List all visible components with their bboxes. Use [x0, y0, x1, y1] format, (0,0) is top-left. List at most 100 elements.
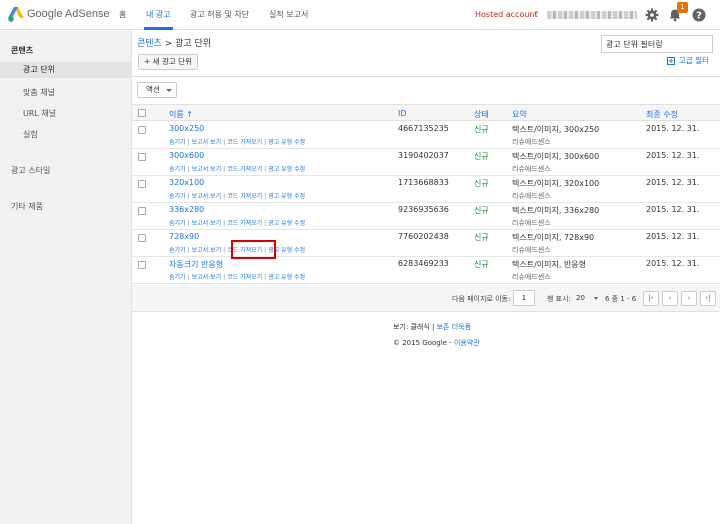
hide-link[interactable]: 숨기기	[169, 247, 186, 254]
sidebar-item-url-channels[interactable]: URL 채널	[23, 108, 56, 119]
view-report-link[interactable]: 보고서 보기	[192, 139, 222, 146]
chevron-down-icon	[594, 297, 598, 300]
get-code-link[interactable]: 코드 가져오기	[227, 274, 262, 281]
sidebar-item-ad-units[interactable]: 광고 단위	[0, 62, 131, 78]
terms-link[interactable]: 이용약관	[454, 339, 480, 347]
top-bar: Google AdSense 홈 내 광고 광고 허용 및 차단 실적 보고서 …	[0, 0, 720, 30]
classic-view-label: 클래식	[410, 323, 430, 331]
hide-link[interactable]: 숨기기	[169, 166, 186, 173]
ad-unit-name-link[interactable]: 300x600	[169, 151, 204, 160]
view-label: 보기:	[393, 323, 411, 331]
column-modified-header[interactable]: 최종 수정	[646, 109, 678, 120]
get-code-link[interactable]: 코드 가져오기	[227, 139, 262, 146]
sidebar-item-other-products[interactable]: 기타 제품	[11, 201, 43, 212]
rows-per-page-select[interactable]: 20	[576, 291, 598, 305]
gear-icon[interactable]	[645, 8, 659, 22]
hide-link[interactable]: 숨기기	[169, 274, 186, 281]
advanced-filter-label: 고급 필터	[679, 56, 709, 65]
breadcrumb-separator: >	[161, 39, 176, 49]
view-report-link[interactable]: 보고서 보기	[192, 166, 222, 173]
view-report-link[interactable]: 보고서 보기	[192, 193, 222, 200]
view-report-link[interactable]: 보고서 보기	[192, 274, 222, 281]
edit-ad-type-link[interactable]: 광고 유형 수정	[268, 139, 305, 146]
link-separator: |	[187, 139, 190, 146]
row-actions: 숨기기 | 보고서 보기 | 코드 가져오기 | 광고 유형 수정	[169, 137, 305, 146]
link-separator: |	[223, 247, 226, 254]
hide-link[interactable]: 숨기기	[169, 193, 186, 200]
summary-text: 텍스트/이미지, 336x280	[512, 206, 600, 215]
sidebar-item-ad-styles[interactable]: 광고 스타일	[11, 165, 50, 176]
table-row: 336x280 숨기기 | 보고서 보기 | 코드 가져오기 | 광고 유형 수정 923693…	[132, 203, 720, 230]
edit-ad-type-link[interactable]: 광고 유형 수정	[268, 193, 305, 200]
column-id-header[interactable]: ID	[398, 109, 407, 118]
hosted-account-label[interactable]: Hosted account	[475, 10, 538, 19]
edit-ad-type-link[interactable]: 광고 유형 수정	[268, 274, 305, 281]
ad-unit-name-link[interactable]: 자동크기 반응형	[169, 259, 223, 270]
nav-allow-block-ads[interactable]: 광고 허용 및 차단	[190, 0, 249, 30]
view-report-link[interactable]: 보고서 보기	[192, 220, 222, 227]
modified-date: 2015. 12. 31.	[646, 124, 700, 133]
sidebar-section-content[interactable]: 콘텐츠	[11, 45, 33, 56]
nav-performance-reports[interactable]: 실적 보고서	[269, 0, 308, 30]
rows-per-page-label: 행 표시:	[547, 295, 571, 303]
get-code-link[interactable]: 코드 가져오기	[227, 193, 262, 200]
modified-date: 2015. 12. 31.	[646, 232, 700, 241]
get-code-link[interactable]: 코드 가져오기	[227, 220, 262, 227]
ad-unit-filter-input[interactable]	[601, 35, 713, 53]
link-separator: |	[264, 220, 267, 227]
actions-dropdown[interactable]: 액션	[137, 82, 177, 98]
column-status-header[interactable]: 상태	[474, 109, 489, 120]
view-report-link[interactable]: 보고서 보기	[192, 247, 222, 254]
link-separator: |	[264, 193, 267, 200]
row-checkbox[interactable]	[138, 261, 146, 269]
first-page-button[interactable]: |‹	[643, 291, 659, 306]
new-view-link[interactable]: 보존 더욱폼	[437, 323, 471, 331]
last-page-button[interactable]: ›|	[700, 291, 716, 306]
svg-text:?: ?	[696, 11, 702, 22]
get-code-link[interactable]: 코드 가져오기	[227, 166, 262, 173]
column-summary-header[interactable]: 요약	[512, 109, 527, 120]
link-separator: |	[187, 274, 190, 281]
help-icon[interactable]: ?	[692, 8, 706, 22]
prev-page-button[interactable]: ‹	[662, 291, 678, 306]
nav-my-ads[interactable]: 내 광고	[144, 0, 173, 30]
column-name-header[interactable]: 이름 ↑	[169, 109, 193, 120]
breadcrumb-content-link[interactable]: 콘텐츠	[137, 39, 162, 49]
sidebar-item-custom-channels[interactable]: 맞춤 채널	[23, 87, 55, 98]
edit-ad-type-link[interactable]: 광고 유형 수정	[268, 166, 305, 173]
row-checkbox[interactable]	[138, 234, 146, 242]
table-row: 자동크기 반응형 숨기기 | 보고서 보기 | 코드 가져오기 | 광고 유형 수정 62834…	[132, 257, 720, 284]
highlight-box	[231, 240, 276, 259]
row-checkbox[interactable]	[138, 207, 146, 215]
next-page-button[interactable]: ›	[681, 291, 697, 306]
hide-link[interactable]: 숨기기	[169, 220, 186, 227]
ad-unit-name-link[interactable]: 336x280	[169, 205, 204, 214]
advanced-filter-link[interactable]: + 고급 필터	[667, 55, 709, 66]
table-row: 300x600 숨기기 | 보고서 보기 | 코드 가져오기 | 광고 유형 수정 319040…	[132, 149, 720, 176]
ad-unit-name-link[interactable]: 320x100	[169, 178, 204, 187]
modified-date: 2015. 12. 31.	[646, 178, 700, 187]
sidebar-item-experiments[interactable]: 실험	[23, 129, 38, 140]
sidebar: 콘텐츠 광고 단위 맞춤 채널 URL 채널 실험 광고 스타일 기타 제품	[0, 31, 132, 524]
select-all-checkbox[interactable]	[138, 109, 146, 117]
breadcrumb-current: 광고 단위	[175, 39, 212, 49]
page-number-input[interactable]	[513, 290, 535, 306]
hosted-help-icon[interactable]: ?	[535, 10, 539, 18]
ad-unit-id: 9236935636	[398, 205, 449, 214]
row-checkbox[interactable]	[138, 153, 146, 161]
brand-title: Google AdSense	[27, 8, 110, 20]
nav-home[interactable]: 홈	[119, 0, 126, 30]
ad-unit-name-link[interactable]: 728x90	[169, 232, 199, 241]
status-badge: 신규	[474, 206, 489, 215]
hide-link[interactable]: 숨기기	[169, 139, 186, 146]
row-checkbox[interactable]	[138, 180, 146, 188]
edit-ad-type-link[interactable]: 광고 유형 수정	[268, 220, 305, 227]
row-checkbox[interactable]	[138, 126, 146, 134]
pagination-bar: 다음 페이지로 이동: 행 표시: 20 6 중 1 - 6 |‹ ‹ › ›|	[132, 285, 720, 312]
ad-unit-name-link[interactable]: 300x250	[169, 124, 204, 133]
new-ad-unit-button[interactable]: + 새 광고 단위	[138, 54, 198, 70]
link-separator: |	[223, 139, 226, 146]
row-actions: 숨기기 | 보고서 보기 | 코드 가져오기 | 광고 유형 수정	[169, 218, 305, 227]
summary-text: 텍스트/이미지, 300x250	[512, 125, 600, 134]
link-separator: |	[264, 139, 267, 146]
